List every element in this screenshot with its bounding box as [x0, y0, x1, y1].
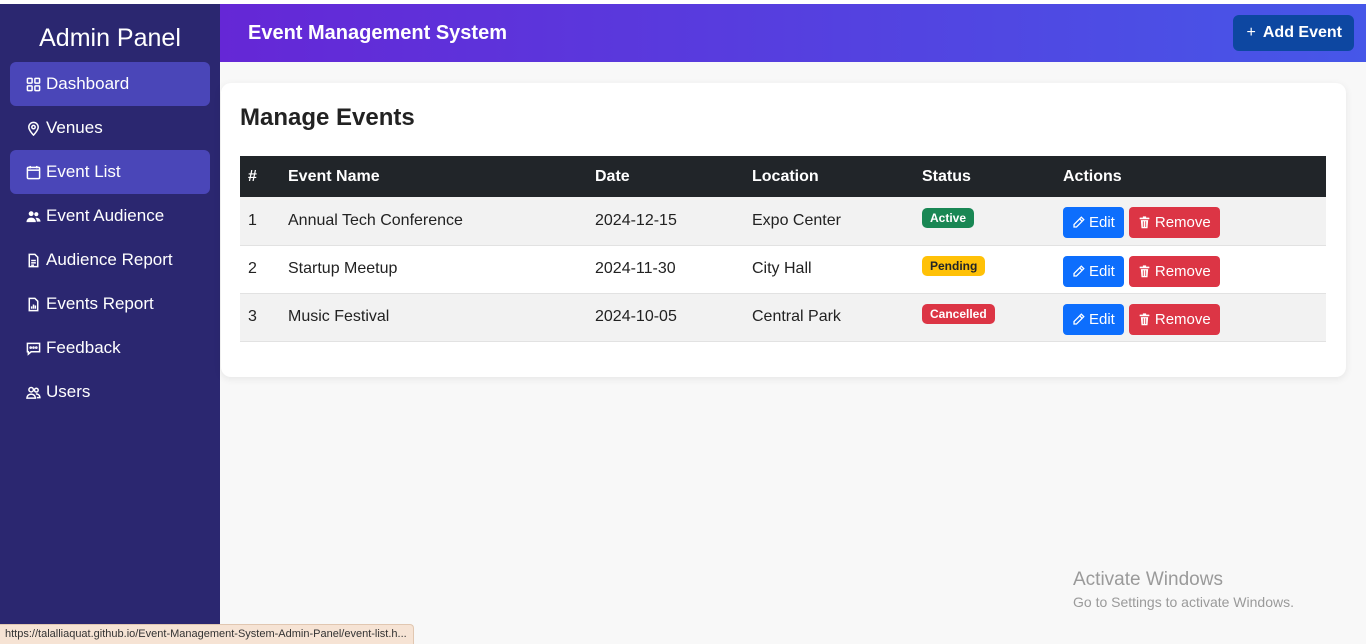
trash-icon	[1139, 216, 1150, 229]
remove-label: Remove	[1154, 310, 1211, 328]
table-row: 2 Startup Meetup 2024-11-30 City Hall Pe…	[240, 245, 1326, 293]
trash-icon	[1139, 312, 1150, 325]
edit-label: Edit	[1089, 214, 1115, 232]
status-badge: Cancelled	[922, 304, 995, 324]
column-header-actions: Actions	[1063, 167, 1122, 185]
cell-event-name: Annual Tech Conference	[288, 211, 463, 229]
pencil-icon	[1073, 264, 1085, 277]
sidebar-brand: Admin Panel	[39, 24, 181, 52]
sidebar-item-feedback[interactable]: Feedback	[10, 326, 210, 370]
remove-button[interactable]: Remove	[1128, 255, 1220, 287]
cell-actions: Edit Remove	[1055, 197, 1326, 245]
cell-status: Cancelled	[914, 293, 1055, 341]
sidebar-item-event-list[interactable]: Event List	[10, 150, 210, 194]
status-badge: Pending	[922, 256, 986, 276]
table-row: 3 Music Festival 2024-10-05 Central Park…	[240, 293, 1326, 341]
edit-label: Edit	[1089, 310, 1115, 328]
sidebar-item-label: Venues	[46, 118, 103, 137]
edit-button[interactable]: Edit	[1063, 255, 1124, 287]
column-header-location: Location	[752, 167, 819, 185]
cell-date: 2024-11-30	[595, 260, 676, 277]
table-row: 1 Annual Tech Conference 2024-12-15 Expo…	[240, 197, 1326, 245]
sidebar-item-dashboard[interactable]: Dashboard	[10, 62, 210, 106]
windows-activation-watermark: Activate Windows Go to Settings to activ…	[1073, 569, 1294, 610]
edit-label: Edit	[1089, 262, 1115, 280]
remove-label: Remove	[1154, 262, 1211, 280]
calendar-icon	[25, 164, 41, 180]
document-icon	[25, 252, 41, 268]
add-event-label: Add Event	[1262, 24, 1342, 41]
chat-dots-icon	[25, 340, 41, 356]
cell-actions: Edit Remove	[1055, 293, 1326, 341]
pencil-icon	[1073, 312, 1085, 325]
sidebar-item-label: Feedback	[46, 338, 121, 357]
cell-number: 2	[248, 260, 257, 277]
column-header-number: #	[248, 167, 257, 185]
grid-icon	[25, 76, 41, 92]
sidebar-item-label: Audience Report	[46, 250, 173, 269]
column-header-status: Status	[922, 167, 971, 185]
remove-label: Remove	[1154, 214, 1211, 232]
edit-button[interactable]: Edit	[1063, 303, 1124, 335]
column-header-date: Date	[595, 167, 630, 185]
cell-date: 2024-10-05	[595, 308, 677, 325]
plus-icon: +	[1246, 24, 1256, 41]
sidebar-item-label: Dashboard	[46, 74, 130, 93]
remove-button[interactable]: Remove	[1128, 207, 1220, 239]
trash-icon	[1139, 264, 1150, 277]
cell-event-name: Music Festival	[288, 308, 390, 325]
watermark-title: Activate Windows	[1073, 569, 1223, 590]
top-header: Event Management System + Add Event	[220, 4, 1366, 62]
watermark-subtitle: Go to Settings to activate Windows.	[1073, 594, 1294, 610]
sidebar-item-users[interactable]: Users	[10, 370, 210, 414]
sidebar-item-audience-report[interactable]: Audience Report	[10, 238, 210, 282]
sidebar-item-label: Users	[46, 382, 91, 401]
events-table: # Event Name Date Location Status Action…	[240, 156, 1326, 342]
sidebar-nav: Dashboard Venues Event List Event Audien…	[0, 62, 220, 414]
remove-button[interactable]: Remove	[1128, 303, 1220, 335]
page-title: Manage Events	[240, 104, 415, 131]
app-title: Event Management System	[248, 21, 507, 44]
events-card: Manage Events # Event Name Date Location…	[221, 83, 1346, 377]
sidebar-item-venues[interactable]: Venues	[10, 106, 210, 150]
sidebar-item-event-audience[interactable]: Event Audience	[10, 194, 210, 238]
edit-button[interactable]: Edit	[1063, 207, 1124, 239]
sidebar: Admin Panel Dashboard Venues Event List …	[0, 4, 220, 644]
cell-status: Active	[914, 197, 1055, 245]
cell-number: 3	[248, 308, 257, 325]
status-badge: Active	[922, 207, 975, 228]
sidebar-item-label: Event List	[46, 162, 121, 181]
cell-event-name: Startup Meetup	[288, 260, 398, 277]
users-icon	[25, 384, 41, 400]
people-icon	[25, 208, 41, 224]
cell-status: Pending	[914, 245, 1055, 293]
bar-chart-document-icon	[25, 296, 41, 312]
column-header-event-name: Event Name	[288, 167, 380, 185]
cell-location: Central Park	[752, 308, 841, 325]
sidebar-item-events-report[interactable]: Events Report	[10, 282, 210, 326]
link-status-bar: https://talalliaquat.github.io/Event-Man…	[0, 624, 414, 644]
sidebar-item-label: Events Report	[46, 294, 154, 313]
cell-actions: Edit Remove	[1055, 245, 1326, 293]
add-event-button[interactable]: + Add Event	[1232, 15, 1354, 51]
cell-number: 1	[248, 211, 257, 229]
sidebar-item-label: Event Audience	[46, 206, 165, 225]
cell-location: City Hall	[752, 260, 812, 277]
pencil-icon	[1073, 216, 1085, 228]
cell-date: 2024-12-15	[595, 211, 677, 229]
location-pin-icon	[25, 120, 41, 136]
table-header-row: # Event Name Date Location Status Action…	[240, 156, 1326, 197]
cell-location: Expo Center	[752, 211, 841, 229]
